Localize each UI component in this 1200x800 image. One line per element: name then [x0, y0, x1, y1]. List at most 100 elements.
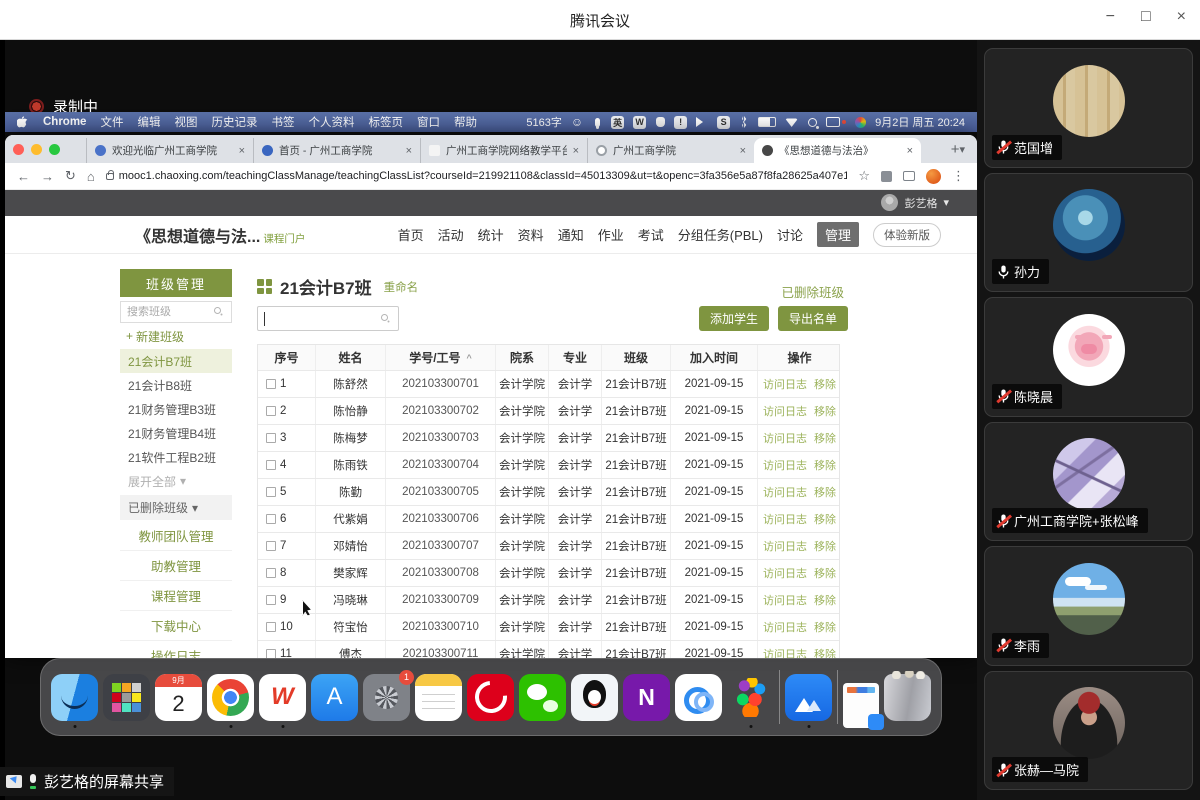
dock-app-icon[interactable]: W — [259, 674, 306, 721]
visit-log-link[interactable]: 访问日志 — [763, 457, 807, 473]
row-checkbox[interactable] — [266, 460, 276, 470]
student-search-box[interactable] — [257, 306, 399, 331]
visit-log-link[interactable]: 访问日志 — [763, 484, 807, 500]
visit-log-link[interactable]: 访问日志 — [763, 511, 807, 527]
menubar-item[interactable]: 历史记录 — [211, 114, 257, 130]
dock-app-icon[interactable]: 1 — [363, 674, 410, 721]
remove-link[interactable]: 移除 — [814, 430, 836, 446]
course-nav-item[interactable]: 首页 — [398, 225, 424, 244]
new-tab-button[interactable]: + — [951, 141, 960, 158]
status-icon[interactable]: W — [633, 116, 646, 129]
dock-app-icon[interactable] — [51, 674, 98, 721]
zoom-window-icon[interactable] — [49, 144, 60, 155]
dock-app-icon[interactable] — [519, 674, 566, 721]
menubar-item[interactable]: 编辑 — [137, 114, 160, 130]
course-nav-item[interactable]: 讨论 — [777, 225, 803, 244]
minimize-window-icon[interactable] — [31, 144, 42, 155]
remove-link[interactable]: 移除 — [814, 484, 836, 500]
tab-close-icon[interactable]: × — [573, 145, 579, 157]
sidebar-link[interactable]: 操作日志 — [120, 640, 232, 658]
visit-log-link[interactable]: 访问日志 — [763, 403, 807, 419]
row-checkbox[interactable] — [266, 568, 276, 578]
dock-app-icon[interactable] — [467, 674, 514, 721]
status-icon[interactable] — [826, 116, 846, 129]
close-window-icon[interactable] — [13, 144, 24, 155]
course-nav-item[interactable]: 考试 — [638, 225, 664, 244]
rename-link[interactable]: 重命名 — [384, 279, 419, 295]
remove-link[interactable]: 移除 — [814, 376, 836, 392]
participant-card[interactable]: 范国增 — [984, 48, 1193, 168]
status-icon[interactable] — [655, 116, 665, 129]
dock-app-icon[interactable] — [675, 674, 722, 721]
maximize-button[interactable]: □ — [1141, 8, 1151, 26]
home-icon[interactable]: ⌂ — [87, 169, 95, 184]
row-checkbox[interactable] — [266, 541, 276, 551]
apple-icon[interactable] — [17, 116, 29, 129]
bookmark-star-icon[interactable]: ☆ — [858, 168, 870, 184]
visit-log-link[interactable]: 访问日志 — [763, 619, 807, 635]
reading-list-icon[interactable] — [903, 171, 915, 181]
status-icon[interactable] — [785, 116, 798, 129]
visit-log-link[interactable]: 访问日志 — [763, 646, 807, 658]
tab-search-icon[interactable]: ▾ — [959, 143, 969, 156]
status-icon[interactable] — [758, 116, 776, 129]
remove-link[interactable]: 移除 — [814, 538, 836, 554]
new-class-button[interactable]: + 新建班级 — [120, 323, 232, 349]
visit-log-link[interactable]: 访问日志 — [763, 592, 807, 608]
class-search-box[interactable] — [120, 301, 232, 323]
menubar-item[interactable]: 帮助 — [454, 114, 477, 130]
remove-link[interactable]: 移除 — [814, 592, 836, 608]
export-list-button[interactable]: 导出名单 — [778, 306, 848, 331]
course-nav-item[interactable]: 资料 — [518, 225, 544, 244]
sidebar-class-item[interactable]: 21财务管理B3班 — [120, 397, 232, 421]
browser-tab[interactable]: 欢迎光临广州工商学院 × — [86, 138, 253, 163]
remove-link[interactable]: 移除 — [814, 403, 836, 419]
status-icon[interactable] — [855, 116, 866, 129]
tab-close-icon[interactable]: × — [239, 145, 245, 157]
browser-tab[interactable]: 广州工商学院网络教学平台 × — [420, 138, 587, 163]
row-checkbox[interactable] — [266, 595, 276, 605]
menubar-item[interactable]: 书签 — [271, 114, 294, 130]
col-id[interactable]: 学号/工号^ — [386, 345, 496, 370]
sidebar-class-item[interactable]: 21会计B8班 — [120, 373, 232, 397]
profile-avatar[interactable] — [926, 169, 941, 184]
remove-link[interactable]: 移除 — [814, 457, 836, 473]
visit-log-link[interactable]: 访问日志 — [763, 565, 807, 581]
menubar-item[interactable]: 窗口 — [417, 114, 440, 130]
extensions-icon[interactable] — [881, 171, 892, 182]
browser-tab[interactable]: 《思想道德与法治》 × — [754, 138, 921, 163]
tab-close-icon[interactable]: × — [907, 145, 913, 157]
visit-log-link[interactable]: 访问日志 — [763, 430, 807, 446]
sidebar-link[interactable]: 课程管理 — [120, 580, 232, 610]
row-checkbox[interactable] — [266, 514, 276, 524]
status-icon[interactable] — [696, 116, 708, 129]
dock-app-icon[interactable] — [415, 674, 462, 721]
menubar-app-name[interactable]: Chrome — [43, 116, 86, 128]
sidebar-link[interactable]: 教师团队管理 — [120, 520, 232, 550]
forward-icon[interactable]: → — [41, 169, 54, 184]
status-icon[interactable]: S — [717, 116, 730, 129]
status-icon[interactable] — [807, 116, 817, 129]
dock-app-icon[interactable] — [785, 674, 832, 721]
back-icon[interactable]: ← — [17, 169, 30, 184]
participant-card[interactable]: 李雨 — [984, 546, 1193, 666]
course-nav-item[interactable]: 管理 — [817, 222, 859, 247]
site-user[interactable]: 彭艺格 ▾ — [881, 194, 949, 211]
browser-tab[interactable]: 首页 - 广州工商学院 × — [253, 138, 420, 163]
try-new-version-button[interactable]: 体验新版 — [873, 223, 941, 247]
dock-app-icon[interactable]: A — [311, 674, 358, 721]
menubar-item[interactable]: 标签页 — [368, 114, 403, 130]
participant-card[interactable]: 张赫—马院 — [984, 671, 1193, 791]
class-search-input[interactable] — [127, 306, 207, 318]
participant-card[interactable]: 孙力 — [984, 173, 1193, 293]
tab-close-icon[interactable]: × — [406, 145, 412, 157]
course-nav-item[interactable]: 活动 — [438, 225, 464, 244]
course-nav-item[interactable]: 作业 — [598, 225, 624, 244]
dock-app-icon[interactable] — [103, 674, 150, 721]
course-nav-item[interactable]: 统计 — [478, 225, 504, 244]
status-icon[interactable] — [592, 116, 602, 129]
remove-link[interactable]: 移除 — [814, 619, 836, 635]
menubar-item[interactable]: 个人资料 — [308, 114, 354, 130]
course-nav-item[interactable]: 分组任务(PBL) — [678, 225, 763, 244]
chrome-menu-icon[interactable]: ⋮ — [952, 168, 965, 184]
